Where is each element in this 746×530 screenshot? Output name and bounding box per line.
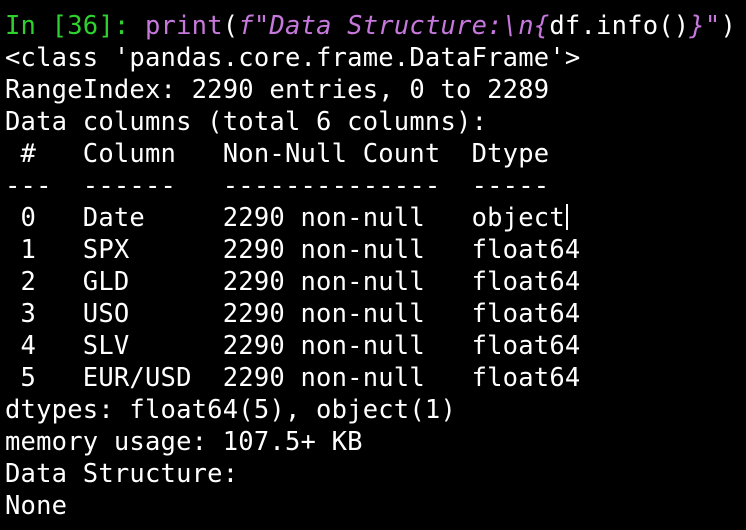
text-cursor	[565, 204, 568, 230]
memory-line: memory usage: 107.5+ KB	[5, 427, 363, 457]
fstring-close-brace: }	[689, 11, 705, 41]
fstring-open-brace: {	[533, 11, 550, 41]
table-header: # Column Non-Null Count Dtype	[5, 139, 581, 169]
close-paren: )	[720, 11, 737, 41]
table-row: 4 SLV 2290 non-null float64	[5, 331, 581, 361]
none-line: None	[5, 491, 68, 521]
fstring-prefix: f"Data Structure:\n	[238, 11, 534, 41]
table-row: 5 EUR/USD 2290 non-null float64	[5, 363, 581, 393]
cell-prompt: In [36]:	[5, 11, 145, 41]
class-line: <class 'pandas.core.frame.DataFrame'>	[5, 43, 581, 73]
open-paren: (	[222, 11, 239, 41]
input-line: In [36]: print(f"Data Structure:\n{df.in…	[5, 10, 746, 42]
table-row-text: 0 Date 2290 non-null object	[5, 203, 565, 233]
table-separator: --- ------ -------------- -----	[5, 171, 581, 201]
terminal-output: In [36]: print(f"Data Structure:\n{df.in…	[0, 0, 746, 530]
fstring-expression: df.info()	[549, 11, 690, 41]
table-row: 3 USO 2290 non-null float64	[5, 299, 581, 329]
table-row: 1 SPX 2290 non-null float64	[5, 235, 581, 265]
dtypes-line: dtypes: float64(5), object(1)	[5, 395, 457, 425]
range-index-line: RangeIndex: 2290 entries, 0 to 2289	[5, 75, 550, 105]
data-columns-line: Data columns (total 6 columns):	[5, 107, 488, 137]
table-row: 0 Date 2290 non-null object	[5, 202, 746, 234]
data-structure-line: Data Structure:	[5, 459, 239, 489]
print-function: print	[144, 11, 223, 41]
table-row: 2 GLD 2290 non-null float64	[5, 267, 581, 297]
fstring-end-quote: "	[704, 11, 721, 41]
